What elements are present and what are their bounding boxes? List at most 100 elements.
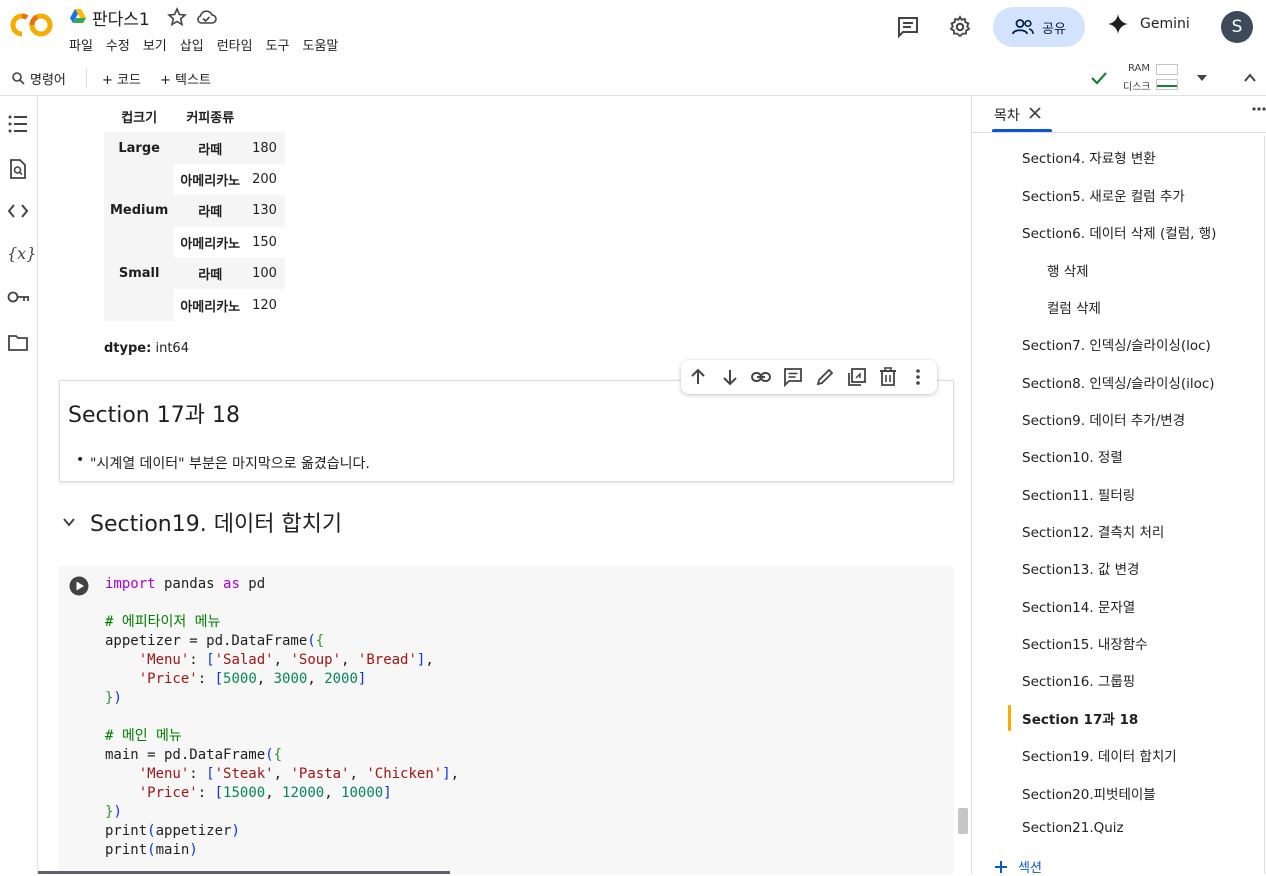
- people-icon: [1012, 19, 1034, 35]
- share-label: 공유: [1042, 21, 1066, 37]
- code-snippets-rail-button[interactable]: [7, 203, 29, 219]
- command-palette-button[interactable]: 명령어: [12, 69, 66, 88]
- notebook-scrollbar-thumb[interactable]: [958, 808, 968, 834]
- toc-item[interactable]: Section11. 필터링: [1022, 484, 1135, 504]
- menu-view[interactable]: 보기: [143, 35, 167, 54]
- code-editor[interactable]: import pandas as pd # 에피타이저 메뉴 appetizer…: [105, 575, 459, 860]
- move-cell-up-button[interactable]: [689, 367, 707, 387]
- toc-item[interactable]: Section19. 데이터 합치기: [1022, 745, 1177, 765]
- files-rail-button[interactable]: [7, 334, 29, 352]
- menu-insert[interactable]: 삽입: [180, 35, 204, 54]
- ram-meter[interactable]: [1156, 64, 1178, 75]
- toc-item[interactable]: Section16. 그룹핑: [1022, 670, 1135, 690]
- ram-label: RAM: [1128, 63, 1151, 74]
- table-row: 아메리카노 200: [104, 163, 285, 196]
- move-cell-down-button[interactable]: [721, 367, 739, 387]
- settings-button[interactable]: [948, 15, 972, 39]
- delete-cell-button[interactable]: [879, 367, 897, 387]
- subindex-cell: 아메리카노: [174, 163, 247, 196]
- menu-tools[interactable]: 도구: [266, 35, 290, 54]
- runtime-dropdown[interactable]: [1196, 74, 1208, 82]
- variables-rail-button[interactable]: {𝑥}: [7, 244, 36, 263]
- find-rail-button[interactable]: [7, 158, 29, 180]
- code-line: # 메인 메뉴: [105, 728, 182, 744]
- code-cell[interactable]: import pandas as pd # 에피타이저 메뉴 appetizer…: [59, 566, 954, 874]
- toc-item[interactable]: Section15. 내장함수: [1022, 633, 1148, 653]
- toc-scrollbar[interactable]: [1264, 136, 1265, 874]
- toc-item[interactable]: Section7. 인덱싱/슬라이싱(loc): [1022, 334, 1211, 354]
- code-line: }): [105, 804, 122, 820]
- section-title: Section19. 데이터 합치기: [90, 512, 343, 537]
- toc-subitem[interactable]: 행 삭제: [1047, 260, 1089, 280]
- folder-icon: [8, 335, 28, 351]
- notebook-title[interactable]: 판다스1: [92, 5, 150, 30]
- collapse-header-button[interactable]: [1243, 71, 1257, 85]
- toc-divider: [972, 132, 1266, 133]
- toc-item[interactable]: Section12. 결측치 처리: [1022, 521, 1164, 541]
- menu-file[interactable]: 파일: [69, 35, 93, 54]
- toc-item[interactable]: Section21.Quiz: [1022, 820, 1124, 836]
- close-toc-button[interactable]: [1029, 107, 1041, 119]
- search-icon: [12, 72, 25, 85]
- toc-item[interactable]: Section20.피벗테이블: [1022, 783, 1156, 803]
- table-row: Medium 라떼 130: [104, 195, 285, 227]
- index-cell: Large: [104, 132, 175, 164]
- value-cell: 130: [246, 195, 285, 227]
- mirror-cell-button[interactable]: [847, 367, 867, 387]
- toc-item[interactable]: Section5. 새로운 컬럼 추가: [1022, 185, 1185, 205]
- menu-help[interactable]: 도움말: [303, 35, 339, 54]
- subindex-cell: 라떼: [174, 257, 247, 290]
- run-cell-button[interactable]: [69, 576, 89, 596]
- code-line: # 에피타이저 메뉴: [105, 614, 221, 630]
- text-cell[interactable]: Section 17과 18 "시계열 데이터" 부분은 마지막으로 옮겼습니다…: [59, 380, 954, 482]
- chevron-down-icon[interactable]: [62, 517, 76, 527]
- colab-logo[interactable]: [10, 12, 54, 38]
- code-line: main = pd.DataFrame({: [105, 747, 283, 763]
- copy-link-button[interactable]: [751, 367, 771, 387]
- value-cell: 180: [246, 132, 285, 164]
- menu-runtime[interactable]: 런타임: [217, 35, 253, 54]
- comments-button[interactable]: [896, 15, 920, 39]
- toc-item[interactable]: Section10. 정렬: [1022, 446, 1123, 466]
- menu-edit[interactable]: 수정: [106, 35, 130, 54]
- toc-item[interactable]: Section14. 문자열: [1022, 596, 1135, 616]
- dtype-label: dtype:: [104, 341, 152, 356]
- toc-item[interactable]: Section9. 데이터 추가/변경: [1022, 409, 1185, 429]
- value-cell: 200: [252, 171, 277, 187]
- disk-meter[interactable]: [1156, 79, 1178, 90]
- notebook-area: 컵크기 커피종류 Large 라떼 180 아메리카노 200 Medium 라…: [38, 96, 970, 874]
- add-section-button[interactable]: 섹션: [994, 857, 1042, 876]
- app-header: 판다스1 파일 수정 보기 삽입 런타임 도구 도움말 공유 Gemini S: [0, 0, 1266, 60]
- toc-item[interactable]: Section4. 자료형 변환: [1022, 147, 1156, 167]
- add-code-button[interactable]: + 코드: [102, 69, 141, 88]
- gemini-button[interactable]: Gemini: [1108, 14, 1190, 34]
- notebook-toolbar: 명령어 + 코드 + 텍스트 RAM 디스크: [0, 60, 1266, 96]
- cloud-saved-icon[interactable]: [195, 8, 217, 26]
- disk-label: 디스크: [1123, 82, 1151, 93]
- star-icon[interactable]: [167, 7, 187, 27]
- code-line: appetizer = pd.DataFrame({: [105, 633, 325, 649]
- toc-item-active[interactable]: Section 17과 18: [1022, 708, 1138, 728]
- toc-item[interactable]: Section8. 인덱싱/슬라이싱(iloc): [1022, 372, 1215, 392]
- text-cell-heading: Section 17과 18: [68, 403, 240, 428]
- arrow-up-icon: [691, 368, 705, 384]
- add-text-button[interactable]: + 텍스트: [160, 69, 211, 88]
- account-avatar[interactable]: S: [1221, 11, 1253, 43]
- toc-more-button[interactable]: [1252, 107, 1266, 111]
- section-heading-cell[interactable]: Section19. 데이터 합치기: [62, 506, 342, 538]
- menu-bar: 파일 수정 보기 삽입 런타임 도구 도움말: [69, 35, 351, 54]
- secrets-rail-button[interactable]: [7, 290, 31, 304]
- more-cell-actions-button[interactable]: [915, 367, 921, 387]
- add-comment-button[interactable]: [783, 367, 803, 387]
- more-vert-icon: [916, 369, 920, 385]
- edit-cell-button[interactable]: [815, 367, 835, 387]
- toc-item[interactable]: Section6. 데이터 삭제 (컬럼, 행): [1022, 222, 1216, 242]
- toc-item[interactable]: Section13. 값 변경: [1022, 558, 1139, 578]
- value-cell: 120: [252, 297, 277, 313]
- toc-tab[interactable]: 목차: [994, 105, 1020, 125]
- toc-rail-button[interactable]: [7, 114, 29, 134]
- toc-subitem[interactable]: 컬럼 삭제: [1047, 297, 1101, 317]
- code-line: 'Price': [5000, 3000, 2000]: [138, 671, 367, 687]
- share-button[interactable]: 공유: [993, 7, 1085, 47]
- runtime-connected-check-icon: [1090, 70, 1108, 86]
